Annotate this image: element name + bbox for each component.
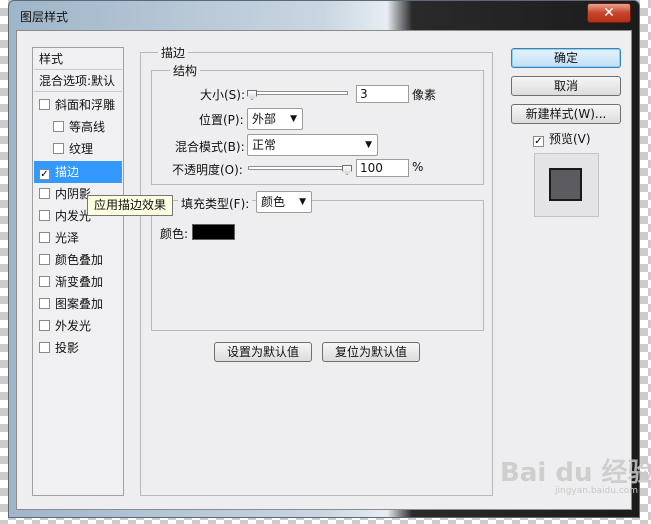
stroke-group-title: 描边	[158, 44, 189, 61]
drop-shadow-checkbox[interactable]	[39, 342, 50, 353]
preview-swatch	[549, 168, 582, 201]
blend-mode-label: 混合模式(B):	[175, 140, 245, 154]
fill-type-dropdown[interactable]: 颜色 ▼	[256, 191, 312, 213]
preview-label: 预览(V)	[549, 132, 591, 146]
style-item-label: 内发光	[55, 209, 92, 223]
style-item-label: 渐变叠加	[55, 275, 104, 289]
stroke-checkbox[interactable]: ✓	[39, 169, 50, 180]
style-item-label: 等高线	[69, 120, 106, 134]
size-slider-track[interactable]	[248, 91, 348, 95]
opacity-label: 不透明度(O):	[172, 163, 243, 177]
inner-glow-checkbox[interactable]	[39, 210, 50, 221]
reset-default-button[interactable]: 复位为默认值	[322, 342, 420, 362]
size-unit-label: 像素	[412, 88, 437, 102]
preview-toggle[interactable]: ✓ 预览(V)	[533, 130, 591, 147]
style-item-satin[interactable]: 光泽	[34, 227, 122, 249]
title-bar[interactable]	[8, 0, 640, 28]
style-item-stroke[interactable]: ✓ 描边	[34, 161, 122, 183]
style-item-drop-shadow[interactable]: 投影	[34, 337, 122, 359]
chevron-down-icon: ▼	[365, 140, 372, 150]
style-item-label: 投影	[55, 341, 80, 355]
tooltip: 应用描边效果	[87, 195, 174, 216]
style-list: 样式 混合选项:默认 斜面和浮雕 等高线 纹理 ✓ 描边 内阴影 内发光 光泽 颜…	[32, 47, 124, 496]
checkmark-icon: ✓	[40, 169, 49, 180]
close-icon: ✕	[603, 5, 615, 21]
structure-group-title: 结构	[170, 62, 201, 79]
chevron-down-icon: ▼	[290, 114, 297, 124]
new-style-button[interactable]: 新建样式(W)...	[511, 104, 621, 124]
size-label: 大小(S):	[200, 88, 246, 102]
fill-group	[151, 200, 484, 331]
texture-checkbox[interactable]	[53, 143, 64, 154]
outer-glow-checkbox[interactable]	[39, 320, 50, 331]
blend-options-item[interactable]: 混合选项:默认	[34, 70, 122, 92]
pattern-overlay-checkbox[interactable]	[39, 298, 50, 309]
dialog-title: 图层样式	[20, 10, 69, 24]
style-item-label: 外发光	[55, 319, 92, 333]
close-button[interactable]: ✕	[587, 3, 631, 23]
style-item-color-overlay[interactable]: 颜色叠加	[34, 249, 122, 271]
bevel-emboss-checkbox[interactable]	[39, 99, 50, 110]
contour-checkbox[interactable]	[53, 121, 64, 132]
preview-checkbox[interactable]: ✓	[533, 136, 544, 147]
color-label: 颜色:	[160, 227, 189, 241]
color-swatch[interactable]	[192, 224, 235, 240]
chevron-down-icon: ▼	[299, 197, 306, 207]
position-dropdown[interactable]: 外部 ▼	[247, 108, 303, 130]
opacity-input[interactable]: 100	[356, 159, 409, 177]
fill-type-value: 颜色	[261, 195, 286, 209]
style-item-bevel-emboss[interactable]: 斜面和浮雕	[34, 94, 122, 116]
make-default-button[interactable]: 设置为默认值	[214, 342, 312, 362]
style-list-header[interactable]: 样式	[34, 48, 122, 70]
style-item-label: 图案叠加	[55, 297, 104, 311]
blend-mode-value: 正常	[252, 138, 277, 152]
style-item-contour[interactable]: 等高线	[34, 116, 122, 138]
style-item-label: 内阴影	[55, 187, 92, 201]
opacity-unit-label: %	[412, 160, 424, 174]
style-item-texture[interactable]: 纹理	[34, 138, 122, 160]
style-item-label: 颜色叠加	[55, 253, 104, 267]
position-value: 外部	[252, 112, 277, 126]
position-label: 位置(P):	[199, 113, 244, 127]
ok-button[interactable]: 确定	[511, 48, 621, 68]
style-item-label: 光泽	[55, 231, 80, 245]
gradient-overlay-checkbox[interactable]	[39, 276, 50, 287]
blend-mode-dropdown[interactable]: 正常 ▼	[247, 134, 378, 156]
style-item-label: 纹理	[69, 142, 94, 156]
fill-type-label: 填充类型(F):	[178, 195, 253, 212]
color-overlay-checkbox[interactable]	[39, 254, 50, 265]
inner-shadow-checkbox[interactable]	[39, 188, 50, 199]
style-item-gradient-overlay[interactable]: 渐变叠加	[34, 271, 122, 293]
size-input[interactable]: 3	[356, 85, 409, 103]
checkmark-icon: ✓	[534, 136, 543, 147]
watermark-url: jingyan.baidu.com	[555, 486, 639, 496]
opacity-slider-track[interactable]	[248, 166, 348, 170]
style-item-label: 描边	[55, 165, 80, 179]
style-item-label: 斜面和浮雕	[55, 98, 116, 112]
cancel-button[interactable]: 取消	[511, 76, 621, 96]
watermark-logo: Bai du 经验	[500, 458, 651, 488]
style-item-pattern-overlay[interactable]: 图案叠加	[34, 293, 122, 315]
satin-checkbox[interactable]	[39, 232, 50, 243]
style-item-outer-glow[interactable]: 外发光	[34, 315, 122, 337]
